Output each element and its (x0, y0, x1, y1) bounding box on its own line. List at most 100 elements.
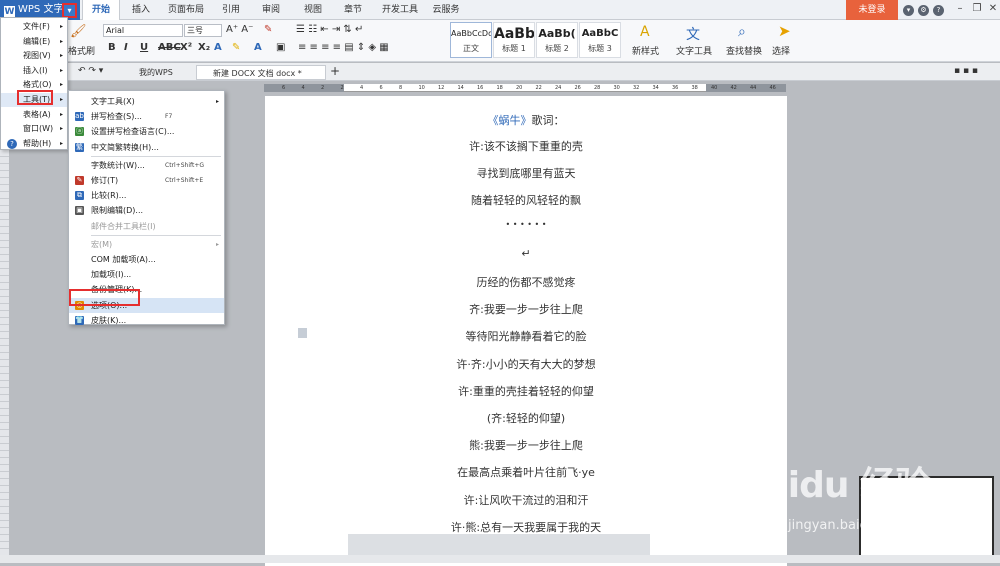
tab-start[interactable]: 开始 (82, 0, 120, 20)
view-options-icon[interactable]: ▪ ▪ ▪ (954, 66, 978, 76)
horizontal-ruler[interactable]: 6 4 2 2 4 6 8 10 12 14 16 18 20 22 24 26 28 30 32 34 36 38 40 4… (264, 84, 786, 92)
menu-shortcut: F7 (165, 113, 173, 121)
menu-item-spell-language[interactable]: ⓐ 设置拼写检查语言(C)... (69, 124, 224, 139)
menu-item-addins[interactable]: 加载项(I)... (69, 267, 224, 282)
page-icon[interactable] (298, 328, 307, 338)
grow-font-icon[interactable]: A⁺ A⁻ (226, 24, 253, 35)
text-tools-label[interactable]: 文字工具 (676, 44, 712, 57)
style-heading2[interactable]: AaBb(标题 2 (536, 22, 578, 58)
bullets-icon[interactable]: ☰ ☷ ⇤ ⇥ ⇅ ↵ (296, 24, 363, 35)
tab-insert[interactable]: 插入 (126, 0, 156, 20)
strikethrough-button[interactable]: ABC (158, 42, 181, 54)
help-icon[interactable]: ? (933, 5, 944, 16)
baidu-watermark: Baidu 经验 (738, 465, 931, 506)
close-icon[interactable]: ✕ (986, 2, 1000, 16)
lyric-line: 历经的伤都不感觉疼 (476, 276, 576, 289)
menu-shortcut: Ctrl+Shift+G (165, 161, 205, 169)
tab-references[interactable]: 引用 (216, 0, 246, 20)
chevron-right-icon: ▸ (59, 139, 63, 147)
title-link[interactable]: 《蜗牛》 (488, 114, 532, 127)
menu-item-spell-check[interactable]: ab 拼写检查(S)... F7 (69, 109, 224, 124)
menu-item-word-count[interactable]: 字数统计(W)... Ctrl+Shift+G (69, 158, 224, 173)
tab-developer[interactable]: 开发工具 (378, 0, 422, 20)
undo-icon[interactable]: ↶ ↷ ▾ (78, 66, 103, 76)
font-size-select[interactable]: 三号 (184, 24, 222, 37)
ruler-number: 22 (535, 85, 542, 91)
chevron-right-icon: ▸ (59, 110, 63, 118)
chevron-right-icon: ▸ (59, 81, 63, 89)
menu-item-help[interactable]: 帮助(H) ▸? (1, 137, 67, 151)
style-normal[interactable]: AaBbCcDd 正文 (450, 22, 492, 58)
tab-chapter[interactable]: 章节 (338, 0, 368, 20)
vertical-ruler[interactable] (0, 150, 9, 563)
find-replace-icon[interactable]: ⌕ (738, 24, 746, 40)
menu-item-edit[interactable]: 编辑(E) ▸ (1, 35, 67, 49)
brush-icon[interactable]: 🖌 (70, 24, 87, 39)
chevron-right-icon: ▸ (59, 96, 63, 103)
menu-separator (91, 234, 221, 236)
text-effect-button[interactable]: A (214, 42, 222, 54)
menu-item-table[interactable]: 表格(A) ▸ (1, 108, 67, 122)
tab-cloud[interactable]: 云服务 (428, 0, 464, 20)
highlight-button[interactable]: ✎ (232, 42, 240, 54)
char-border-button[interactable]: ▣ (276, 42, 285, 54)
app-name: WPS 文字 (18, 4, 64, 15)
select-label[interactable]: 选择 (772, 44, 790, 57)
format-painter-label[interactable]: 格式刷 (68, 44, 95, 57)
superscript-button[interactable]: X² (180, 42, 192, 54)
tab-view[interactable]: 视图 (298, 0, 328, 20)
lyric-line: 许·熊:总有一天我要属于我的天 (450, 520, 602, 534)
menu-item-insert[interactable]: 插入(I) ▸ (1, 64, 67, 78)
menu-item-skin[interactable]: 👕 皮肤(K)... (69, 313, 224, 328)
menu-item-track-changes[interactable]: ✎ 修订(T) Ctrl+Shift+E (69, 173, 224, 188)
lyric-line: 寻找到底哪里有蓝天 (476, 167, 576, 181)
menu-item-window[interactable]: 窗口(W) ▸ (1, 122, 67, 136)
app-menu-dropdown-icon[interactable]: ▾ (62, 3, 77, 18)
new-tab-icon[interactable]: + (330, 64, 340, 78)
menu-item-com-addins[interactable]: COM 加载项(A)... (69, 252, 224, 267)
options-highlight-box (69, 289, 140, 306)
underline-button[interactable]: U (140, 42, 148, 54)
text-tools-icon[interactable]: 文 (686, 24, 700, 44)
document-page[interactable]: 《蜗牛》歌词： 许:该不该搁下重重的壳 寻找到底哪里有蓝天 随着轻轻的风轻轻的飘 • … (265, 96, 787, 566)
tab-page-layout[interactable]: 页面布局 (164, 0, 208, 20)
clear-format-icon[interactable]: ✎ (264, 24, 272, 35)
select-icon[interactable]: ➤ (778, 22, 791, 40)
new-style-icon[interactable]: A (640, 24, 650, 40)
menu-item-restrict-editing[interactable]: ▣ 限制编辑(D)... (69, 203, 224, 218)
bold-button[interactable]: B (108, 42, 116, 54)
lyric-line: • • • • • • (505, 219, 547, 229)
minimize-icon[interactable]: – (953, 2, 967, 16)
menu-item-view[interactable]: 视图(V) ▸ (1, 49, 67, 63)
tab-review[interactable]: 审阅 (256, 0, 286, 20)
italic-button[interactable]: I (124, 42, 128, 54)
gear-icon[interactable]: ⚙ (918, 5, 929, 16)
ruler-number: 10 (418, 85, 425, 91)
tab-new-document[interactable]: 新建 DOCX 文档 docx * (196, 65, 326, 80)
style-heading3[interactable]: AaBbC 标题 3 (579, 22, 621, 58)
ruler-number: 18 (496, 85, 503, 91)
restore-icon[interactable]: ❐ (970, 2, 984, 16)
ruler-number: 34 (652, 85, 659, 91)
login-button[interactable]: 未登录 (846, 0, 898, 20)
paragraph-align-icons[interactable]: ≡ ≡ ≡ ≡ ▤ ⇕ ◈ ▦ (298, 42, 389, 54)
track-changes-icon: ✎ (75, 176, 84, 185)
font-name-select[interactable]: Arial (103, 24, 183, 37)
menu-item-chinese-conversion[interactable]: 繁中文简繁转换(H)... (69, 140, 224, 155)
ruler-number: 2 (321, 85, 325, 91)
menu-item-compare[interactable]: ⧉ 比较(R)... (69, 188, 224, 203)
menu-separator (91, 155, 221, 157)
style-heading1[interactable]: AaBb 标题 1 (493, 22, 535, 58)
restrict-icon: ▣ (75, 206, 84, 216)
new-style-label[interactable]: 新样式 (632, 44, 659, 57)
font-color-button[interactable]: A (254, 42, 262, 54)
chevron-right-icon: ▸ (59, 66, 63, 74)
skin-icon[interactable]: ▾ (903, 5, 914, 16)
menu-item-file[interactable]: 文件(F) ▸ (1, 20, 67, 34)
find-replace-label[interactable]: 查找替换 (726, 44, 762, 57)
subscript-button[interactable]: X₂ (198, 42, 210, 54)
lyric-line: 在最高点乘着叶片往前飞·ye (457, 466, 595, 480)
ruler-number: 16 (477, 85, 484, 91)
menu-item-text-tools[interactable]: 文字工具(X) ▸ (69, 94, 224, 109)
tab-my-wps[interactable]: 我的WPS (123, 65, 195, 80)
